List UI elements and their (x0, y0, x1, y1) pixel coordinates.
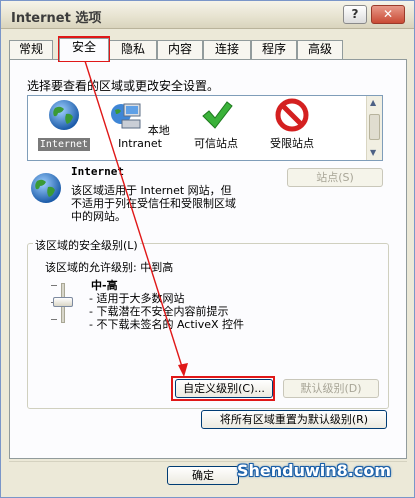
tab-advanced[interactable]: 高级 (297, 40, 343, 59)
prohibited-icon (275, 98, 309, 132)
intranet-icon (111, 103, 141, 129)
zone-intranet-label-line2: Intranet (118, 137, 162, 150)
tab-privacy[interactable]: 隐私 (109, 40, 157, 59)
selected-zone-name: Internet (71, 165, 124, 178)
zone-internet[interactable]: Internet (28, 98, 100, 151)
level-point: - 下载潜在不安全内容前提示 (89, 305, 229, 318)
security-level-name: 中-高 (91, 279, 118, 292)
ok-button[interactable]: 确定 (167, 466, 239, 485)
checkmark-icon (202, 101, 233, 129)
slider-tick (51, 319, 57, 320)
zone-description-line: 中的网站。 (71, 210, 126, 223)
internet-options-dialog: Internet 选项 ? ✕ 常规 安全 隐私 内容 连接 程序 高级 选择要… (0, 0, 415, 498)
zone-description-line: 该区域适用于 Internet 网站，但 (71, 184, 232, 197)
tab-security[interactable]: 安全 (59, 38, 109, 61)
title-bar[interactable]: Internet 选项 ? ✕ (1, 1, 414, 29)
tab-general[interactable]: 常规 (9, 40, 53, 59)
zone-list: Internet 本地 Intranet 可信站点 受限站点 ▲ ▼ (27, 95, 383, 161)
zone-internet-label: Internet (37, 138, 91, 151)
level-point: - 适用于大多数网站 (89, 292, 185, 305)
security-level-points: - 适用于大多数网站 - 下载潜在不安全内容前提示 - 不下载未签名的 Acti… (89, 292, 244, 331)
tab-strip: 常规 安全 隐私 内容 连接 程序 高级 (9, 38, 409, 61)
zone-trusted-sites[interactable]: 可信站点 (180, 98, 252, 150)
selected-zone-description: 该区域适用于 Internet 网站，但 不适用于列在受信任和受限制区域 中的网… (71, 184, 281, 223)
sites-button[interactable]: 站点(S) (287, 168, 383, 187)
watermark: Shenduwin8.com (237, 461, 392, 480)
slider-tick (51, 285, 57, 286)
tab-content[interactable]: 内容 (157, 40, 203, 59)
zone-restricted-label: 受限站点 (270, 137, 314, 150)
zone-local-intranet[interactable]: 本地 Intranet (104, 98, 176, 150)
zone-trusted-label: 可信站点 (194, 137, 238, 150)
security-level-slider-thumb[interactable] (53, 297, 73, 307)
tab-connections[interactable]: 连接 (203, 40, 251, 59)
scroll-thumb[interactable] (369, 114, 380, 140)
default-level-button[interactable]: 默认级别(D) (283, 379, 379, 398)
zones-caption: 选择要查看的区域或更改安全设置。 (27, 79, 220, 93)
zone-intranet-label-line1: 本地 (147, 124, 170, 137)
selected-zone-globe-icon (31, 173, 61, 203)
zone-description-line: 不适用于列在受信任和受限制区域 (71, 197, 236, 210)
tab-programs[interactable]: 程序 (251, 40, 297, 59)
zone-restricted-sites[interactable]: 受限站点 (256, 98, 328, 150)
security-level-group-title: 该区域的安全级别(L) (33, 237, 140, 253)
zone-list-scrollbar[interactable]: ▲ ▼ (366, 96, 382, 160)
close-button[interactable]: ✕ (371, 5, 405, 24)
scroll-up-icon[interactable]: ▲ (370, 98, 376, 107)
level-point: - 不下载未签名的 ActiveX 控件 (89, 318, 245, 331)
scroll-down-icon[interactable]: ▼ (370, 148, 376, 157)
globe-icon (49, 100, 79, 130)
custom-level-button[interactable]: 自定义级别(C)... (175, 379, 273, 398)
reset-all-zones-button[interactable]: 将所有区域重置为默认级别(R) (201, 410, 387, 429)
allowed-levels-text: 该区域的允许级别: 中到高 (45, 261, 174, 274)
help-button[interactable]: ? (343, 5, 367, 24)
window-title: Internet 选项 (11, 11, 102, 26)
